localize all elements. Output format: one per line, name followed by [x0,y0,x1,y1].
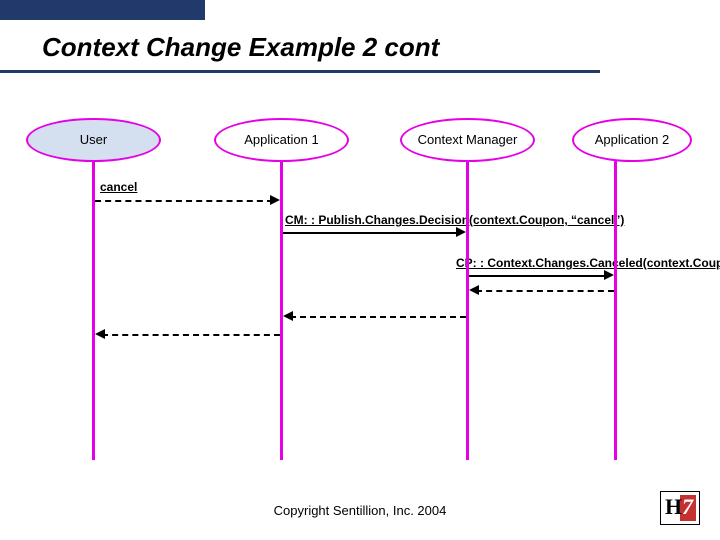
actor-user: User [26,118,161,162]
return-app1-user-head [95,329,105,339]
logo-7: 7 [682,496,693,518]
return-cm-app1-head [283,311,293,321]
arrow-cancel-head [270,195,280,205]
arrow-canceled-head [604,270,614,280]
msg-publish: CM: : Publish.Changes.Decision(context.C… [285,213,624,227]
msg-cancel: cancel [100,180,137,194]
actor-app1-label: Application 1 [244,132,318,147]
header-bar [0,0,205,20]
page-title: Context Change Example 2 cont [42,32,439,63]
lifeline-user [92,140,95,460]
hl7-logo: H 7 [660,491,700,525]
lifeline-app1 [280,140,283,460]
actor-app2: Application 2 [572,118,692,162]
return-cm-app1-line [290,316,466,318]
arrow-publish-head [456,227,466,237]
logo-h: H [665,496,682,518]
arrow-cancel-line [95,200,273,202]
msg-canceled: CP: : Context.Changes.Canceled(context.C… [456,256,720,270]
actor-cm-label: Context Manager [418,132,518,147]
actor-user-label: User [80,132,107,147]
actor-app2-label: Application 2 [595,132,669,147]
actor-app1: Application 1 [214,118,349,162]
return-app1-user-line [102,334,280,336]
copyright: Copyright Sentillion, Inc. 2004 [0,503,720,518]
arrow-publish-line [283,232,459,234]
lifeline-app2 [614,140,617,460]
return-app2-cm-line [476,290,614,292]
lifeline-cm [466,140,469,460]
arrow-canceled-line [469,275,607,277]
return-app2-cm-head [469,285,479,295]
actor-cm: Context Manager [400,118,535,162]
title-underline [0,70,600,73]
